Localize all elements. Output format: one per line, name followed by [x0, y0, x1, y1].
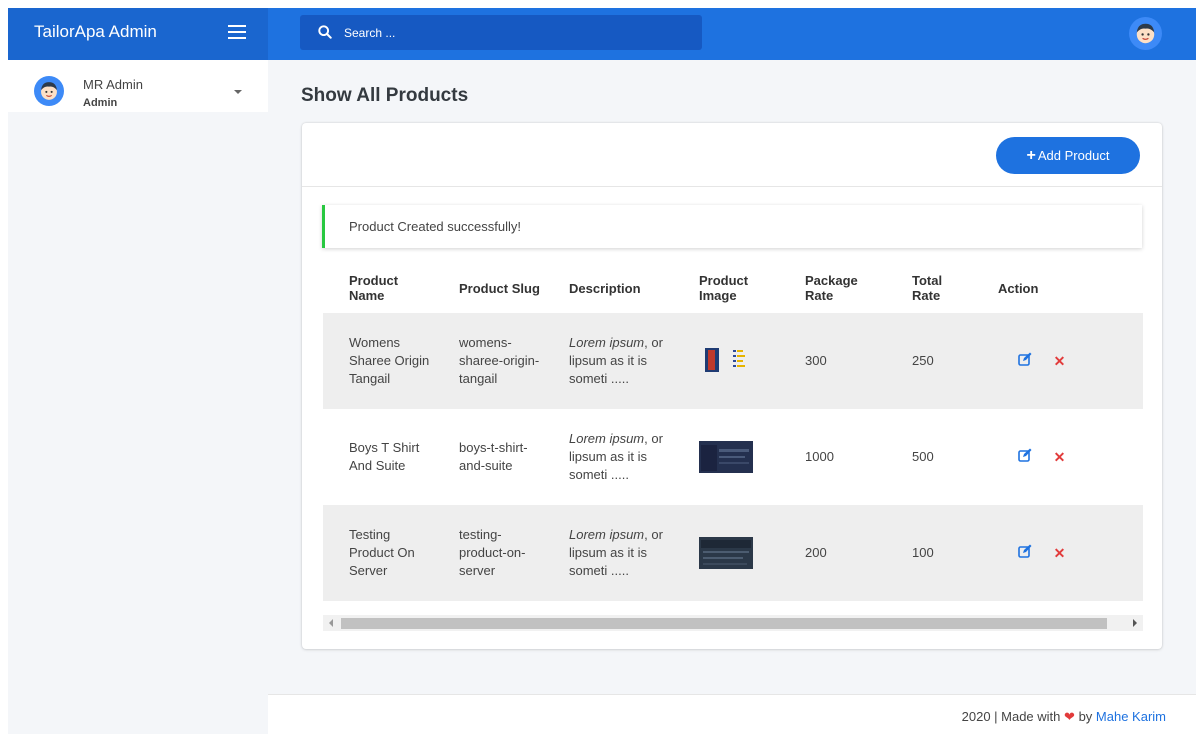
package-rate: 200 — [805, 545, 827, 560]
product-description: Lorem ipsum, or lipsum as it is someti .… — [543, 409, 673, 505]
product-image — [699, 345, 753, 377]
table-row: Womens Sharee Origin Tangail womens-shar… — [323, 313, 1143, 409]
table-row: Boys T Shirt And Suite boys-t-shirt-and-… — [323, 409, 1143, 505]
footer: 2020 | Made with ❤ by Mahe Karim — [268, 694, 1196, 734]
success-alert: Product Created successfully! — [322, 205, 1142, 248]
scroll-left-arrow-icon[interactable] — [329, 619, 333, 627]
product-description: Lorem ipsum, or lipsum as it is someti .… — [543, 505, 673, 601]
column-header: Action — [998, 280, 1039, 296]
edit-icon[interactable] — [1018, 544, 1032, 558]
page-title: Show All Products — [301, 85, 469, 106]
search-input[interactable] — [344, 23, 684, 43]
horizontal-scrollbar[interactable] — [323, 615, 1143, 631]
product-image — [699, 441, 753, 473]
caret-down-icon[interactable] — [234, 90, 242, 94]
avatar-icon[interactable] — [1129, 17, 1162, 50]
description-italic: Lorem ipsum — [569, 431, 645, 446]
scroll-right-arrow-icon[interactable] — [1133, 619, 1137, 627]
brand-area: TailorApa Admin — [8, 8, 268, 60]
column-header: Product Image — [699, 273, 749, 303]
add-product-label: Add Product — [1037, 148, 1110, 163]
product-image-cell — [673, 505, 779, 601]
column-header: Total Rate — [912, 273, 943, 303]
product-name: Testing Product On Server — [349, 527, 415, 578]
scrollbar-thumb[interactable] — [341, 618, 1107, 629]
description-italic: Lorem ipsum — [569, 335, 645, 350]
delete-icon[interactable]: ✕ — [1054, 544, 1066, 562]
plus-icon: + — [1026, 147, 1036, 164]
delete-icon[interactable]: ✕ — [1054, 352, 1066, 370]
action-cell: ✕ — [972, 505, 1143, 601]
author-link[interactable]: Mahe Karim — [1096, 709, 1166, 724]
search-box — [300, 15, 702, 50]
action-cell: ✕ — [972, 313, 1143, 409]
product-description: Lorem ipsum, or lipsum as it is someti .… — [543, 313, 673, 409]
edit-icon[interactable] — [1018, 352, 1032, 366]
product-image — [699, 537, 753, 569]
product-slug: womens-sharee-origin-tangail — [459, 335, 540, 386]
description-italic: Lorem ipsum — [569, 527, 645, 542]
user-role: Admin — [83, 97, 118, 109]
add-product-button[interactable]: + Add Product — [996, 137, 1140, 174]
package-rate: 300 — [805, 353, 827, 368]
product-slug: boys-t-shirt-and-suite — [459, 440, 528, 473]
total-rate: 250 — [912, 353, 934, 368]
sidebar: MR Admin Admin — [8, 60, 268, 734]
product-name: Boys T Shirt And Suite — [349, 440, 420, 473]
total-rate: 500 — [912, 449, 934, 464]
user-panel[interactable]: MR Admin Admin — [8, 60, 268, 112]
main-content: Show All Products + Add Product Product C… — [268, 60, 1196, 734]
column-header: Description — [569, 280, 641, 296]
table-row: Testing Product On Server testing-produc… — [323, 505, 1143, 601]
footer-text: 2020 | Made with ❤ by Mahe Karim — [962, 709, 1166, 725]
delete-icon[interactable]: ✕ — [1054, 448, 1066, 466]
product-name: Womens Sharee Origin Tangail — [349, 335, 430, 386]
avatar-icon — [34, 76, 64, 106]
action-cell: ✕ — [972, 409, 1143, 505]
footer-by: by — [1078, 709, 1093, 724]
heart-icon: ❤ — [1064, 709, 1075, 724]
total-rate: 100 — [912, 545, 934, 560]
product-image-cell — [673, 313, 779, 409]
edit-icon[interactable] — [1018, 448, 1032, 462]
products-table: Product Name Product Slug Description Pr… — [323, 263, 1143, 601]
user-name: MR Admin — [83, 77, 143, 92]
menu-icon[interactable] — [228, 25, 246, 41]
table-header-row: Product Name Product Slug Description Pr… — [323, 263, 1143, 313]
column-header: Package Rate — [805, 273, 858, 303]
package-rate: 1000 — [805, 449, 834, 464]
product-image-cell — [673, 409, 779, 505]
brand-logo[interactable]: TailorApa Admin — [34, 22, 157, 42]
footer-prefix: 2020 | Made with — [961, 709, 1061, 724]
card-header: + Add Product — [302, 123, 1162, 187]
column-header: Product Name — [349, 273, 399, 303]
product-slug: testing-product-on-server — [459, 527, 526, 578]
products-card: + Add Product Product Created successfull… — [302, 123, 1162, 649]
search-icon[interactable] — [318, 25, 332, 39]
top-navbar: TailorApa Admin — [8, 8, 1196, 60]
column-header: Product Slug — [459, 280, 540, 296]
